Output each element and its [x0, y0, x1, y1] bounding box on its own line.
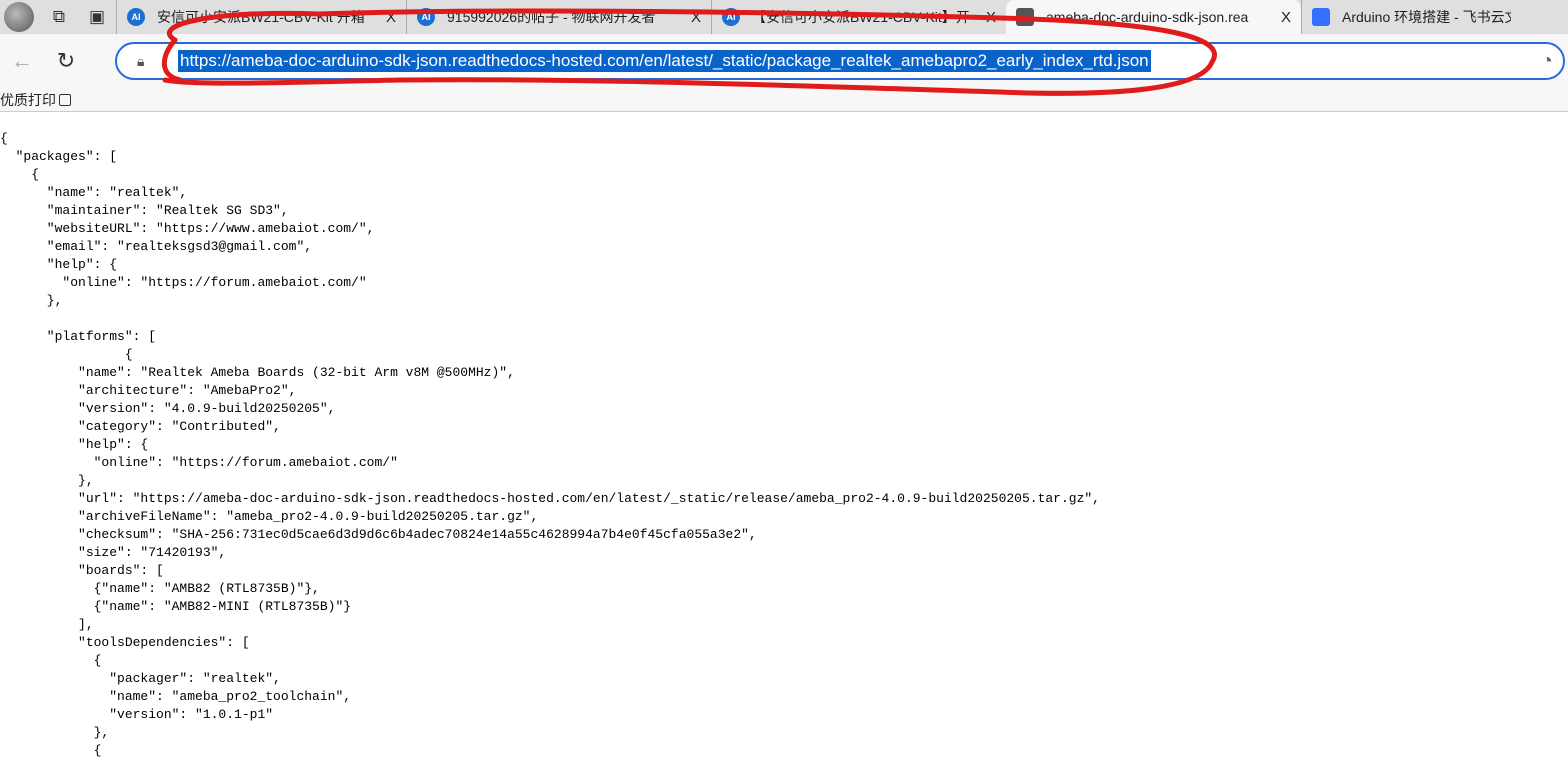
json-line: "version": "4.0.9-build20250205",: [0, 401, 336, 416]
json-line: {"name": "AMB82 (RTL8735B)"},: [0, 581, 320, 596]
edge-copilot-icon[interactable]: ◔: [1541, 50, 1553, 73]
json-line: {"name": "AMB82-MINI (RTL8735B)"}: [0, 599, 352, 614]
print-checkbox[interactable]: [59, 93, 71, 106]
url-text[interactable]: https://ameba-doc-arduino-sdk-json.readt…: [178, 50, 1151, 72]
tab[interactable]: AI 安信可小安派BW21-CBV-Kit 开箱 X: [116, 0, 406, 34]
json-line: "websiteURL": "https://www.amebaiot.com/…: [0, 221, 375, 236]
json-line: "url": "https://ameba-doc-arduino-sdk-js…: [0, 491, 1100, 506]
print-label: 优质打印: [0, 91, 56, 108]
json-line: "maintainer": "Realtek SG SD3",: [0, 203, 289, 218]
json-line: {: [0, 347, 133, 362]
json-line: [0, 310, 1568, 328]
json-line: "name": "ameba_pro2_toolchain",: [0, 689, 352, 704]
json-line: "boards": [: [0, 563, 164, 578]
tab[interactable]: Arduino 环境搭建 - 飞书云文: [1301, 0, 1521, 34]
ai-icon: AI: [417, 8, 435, 26]
toolbar: ← ↻ 🔒︎ https://ameba-doc-arduino-sdk-jso…: [0, 34, 1568, 88]
json-line: "email": "realteksgsd3@gmail.com",: [0, 239, 313, 254]
lock-icon[interactable]: 🔒︎: [137, 53, 157, 70]
tab-title: 【安信可小安派BW21-CBV-Kit】开: [752, 9, 970, 25]
tab-actions-icon[interactable]: ▣: [78, 0, 116, 34]
json-line: "checksum": "SHA-256:731ec0d5cae6d3d9d6c…: [0, 527, 757, 542]
json-line: "packager": "realtek",: [0, 671, 281, 686]
close-tab-icon[interactable]: X: [691, 9, 701, 26]
refresh-button[interactable]: ↻: [44, 39, 88, 83]
json-line: "archiveFileName": "ameba_pro2-4.0.9-bui…: [0, 509, 539, 524]
json-line: "version": "1.0.1-p1": [0, 707, 274, 722]
json-line: "size": "71420193",: [0, 545, 227, 560]
tab[interactable]: AI 915992026的帖子 - 物联网开发者 X: [406, 0, 711, 34]
tab-title: ameba-doc-arduino-sdk-json.rea: [1046, 9, 1249, 25]
tab-title: 安信可小安派BW21-CBV-Kit 开箱: [157, 9, 365, 25]
json-line: "name": "realtek",: [0, 185, 188, 200]
workspaces-icon[interactable]: ⧉: [40, 0, 78, 34]
json-line: {: [0, 653, 102, 668]
json-line: {: [0, 167, 40, 182]
json-line: ],: [0, 617, 94, 632]
json-line: },: [0, 473, 94, 488]
back-button[interactable]: ←: [0, 39, 44, 83]
print-bar: 优质打印: [0, 88, 1568, 112]
json-line: "packages": [: [0, 149, 118, 164]
feishu-doc-icon: [1312, 8, 1330, 26]
json-line: "toolsDependencies": [: [0, 635, 250, 650]
json-line: "name": "Realtek Ameba Boards (32-bit Ar…: [0, 365, 515, 380]
json-line: "online": "https://forum.amebaiot.com/": [0, 455, 398, 470]
json-line: "online": "https://forum.amebaiot.com/": [0, 275, 367, 290]
json-line: "architecture": "AmebaPro2",: [0, 383, 297, 398]
json-line: "category": "Contributed",: [0, 419, 281, 434]
json-line: },: [0, 293, 63, 308]
tab[interactable]: ameba-doc-arduino-sdk-json.rea X: [1006, 0, 1301, 34]
tab-title: Arduino 环境搭建 - 飞书云文: [1342, 9, 1511, 25]
close-tab-icon[interactable]: X: [386, 9, 396, 26]
ai-icon: AI: [722, 8, 740, 26]
profile-avatar[interactable]: [4, 2, 34, 32]
close-tab-icon[interactable]: X: [1281, 9, 1291, 26]
json-line: "help": {: [0, 257, 118, 272]
json-line: },: [0, 725, 110, 740]
ai-icon: AI: [127, 8, 145, 26]
tab-bar: ⧉ ▣ AI 安信可小安派BW21-CBV-Kit 开箱 X AI 915992026的…: [0, 0, 1568, 34]
json-line: "platforms": [: [0, 329, 157, 344]
address-bar[interactable]: 🔒︎ https://ameba-doc-arduino-sdk-json.re…: [115, 42, 1565, 80]
json-line: "help": {: [0, 437, 149, 452]
json-line: {: [0, 131, 8, 146]
doc-icon: [1016, 8, 1034, 26]
close-tab-icon[interactable]: X: [986, 9, 996, 26]
json-line: {: [0, 743, 102, 758]
tab-title: 915992026的帖子 - 物联网开发者: [447, 9, 656, 25]
json-content: { "packages": [ { "name": "realtek", "ma…: [0, 112, 1568, 760]
tab[interactable]: AI 【安信可小安派BW21-CBV-Kit】开 X: [711, 0, 1006, 34]
